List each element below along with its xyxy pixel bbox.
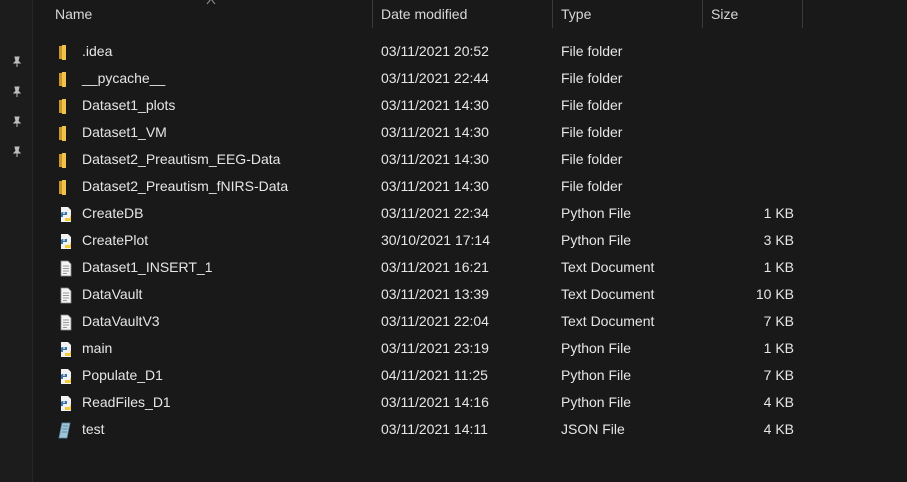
file-type: Text Document — [561, 259, 655, 275]
file-name[interactable]: Populate_D1 — [82, 362, 163, 389]
file-date-modified: 03/11/2021 22:04 — [381, 313, 489, 329]
file-date-modified: 03/11/2021 22:44 — [381, 70, 489, 86]
file-type: Text Document — [561, 286, 655, 302]
file-row[interactable]: DataVault 03/11/2021 13:39 Text Document 10… — [33, 281, 907, 308]
pin-icon[interactable] — [10, 55, 24, 69]
file-size: 4 KB — [763, 421, 794, 437]
column-header-type[interactable]: Type — [553, 0, 703, 28]
file-row[interactable]: Dataset1_INSERT_1 03/11/2021 16:21 Text Do… — [33, 254, 907, 281]
file-name[interactable]: CreatePlot — [82, 227, 148, 254]
file-list-pane: Name Date modified Type Size .idea 03/11/… — [33, 0, 907, 482]
file-type: File folder — [561, 178, 623, 194]
file-type: File folder — [561, 151, 623, 167]
file-date-modified: 03/11/2021 14:16 — [381, 394, 489, 410]
file-date-modified: 03/11/2021 20:52 — [381, 43, 489, 59]
file-name[interactable]: __pycache__ — [82, 65, 165, 92]
file-name[interactable]: main — [82, 335, 112, 362]
file-date-modified: 03/11/2021 14:30 — [381, 178, 489, 194]
file-row[interactable]: CreatePlot 30/10/2021 17:14 Python File 3 K… — [33, 227, 907, 254]
file-row[interactable]: DataVaultV3 03/11/2021 22:04 Text Document… — [33, 308, 907, 335]
file-date-modified: 03/11/2021 13:39 — [381, 286, 489, 302]
file-date-modified: 03/11/2021 14:30 — [381, 151, 489, 167]
column-header-size[interactable]: Size — [703, 0, 803, 28]
file-date-modified: 30/10/2021 17:14 — [381, 232, 490, 248]
file-row[interactable]: test 03/11/2021 14:11 JSON File 4 KB — [33, 416, 907, 443]
file-type: Python File — [561, 232, 632, 248]
python-file-icon — [57, 367, 75, 384]
file-type: File folder — [561, 97, 623, 113]
text-file-icon — [57, 313, 75, 331]
json-file-icon — [57, 421, 75, 439]
python-file-icon — [57, 232, 75, 249]
file-row[interactable]: Dataset1_VM 03/11/2021 14:30 File folder — [33, 119, 907, 146]
folder-icon — [57, 124, 75, 141]
folder-icon — [57, 43, 75, 60]
file-name[interactable]: Dataset2_Preautism_EEG-Data — [82, 146, 280, 173]
file-size: 1 KB — [763, 259, 794, 275]
file-name[interactable]: test — [82, 416, 105, 443]
file-type: Python File — [561, 367, 632, 383]
file-date-modified: 03/11/2021 23:19 — [381, 340, 489, 356]
file-name[interactable]: Dataset1_INSERT_1 — [82, 254, 212, 281]
file-row[interactable]: Dataset2_Preautism_EEG-Data 03/11/2021 14… — [33, 146, 907, 173]
file-row[interactable]: Dataset1_plots 03/11/2021 14:30 File folde… — [33, 92, 907, 119]
folder-icon — [57, 178, 75, 195]
file-date-modified: 03/11/2021 14:30 — [381, 124, 489, 140]
file-date-modified: 03/11/2021 16:21 — [381, 259, 489, 275]
file-type: JSON File — [561, 421, 625, 437]
file-row[interactable]: Populate_D1 04/11/2021 11:25 Python File 7 … — [33, 362, 907, 389]
folder-icon — [57, 97, 75, 114]
file-date-modified: 03/11/2021 14:30 — [381, 97, 489, 113]
folder-icon — [57, 70, 75, 87]
file-type: File folder — [561, 70, 623, 86]
file-size: 7 KB — [763, 313, 794, 329]
python-file-icon — [57, 205, 75, 222]
file-name[interactable]: Dataset1_plots — [82, 92, 175, 119]
python-file-icon — [57, 340, 75, 357]
file-size: 1 KB — [763, 205, 794, 221]
file-type: Python File — [561, 340, 632, 356]
file-name[interactable]: CreateDB — [82, 200, 143, 227]
column-header-date-modified[interactable]: Date modified — [373, 0, 553, 28]
file-name[interactable]: Dataset2_Preautism_fNIRS-Data — [82, 173, 288, 200]
file-size: 4 KB — [763, 394, 794, 410]
file-name[interactable]: .idea — [82, 38, 112, 65]
file-row[interactable]: __pycache__ 03/11/2021 22:44 File folder — [33, 65, 907, 92]
file-row[interactable]: ReadFiles_D1 03/11/2021 14:16 Python File 4… — [33, 389, 907, 416]
file-size: 7 KB — [763, 367, 794, 383]
python-file-icon — [57, 394, 75, 411]
file-name[interactable]: DataVault — [82, 281, 142, 308]
file-type: File folder — [561, 124, 623, 140]
file-row[interactable]: main 03/11/2021 23:19 Python File 1 KB — [33, 335, 907, 362]
column-header-bar: Name Date modified Type Size — [33, 0, 907, 28]
file-row[interactable]: Dataset2_Preautism_fNIRS-Data 03/11/2021 … — [33, 173, 907, 200]
file-size: 3 KB — [763, 232, 794, 248]
file-type: Text Document — [561, 313, 655, 329]
file-date-modified: 03/11/2021 14:11 — [381, 421, 488, 437]
file-size: 10 KB — [755, 286, 794, 302]
text-file-icon — [57, 259, 75, 277]
text-file-icon — [57, 286, 75, 304]
file-type: File folder — [561, 43, 623, 59]
file-date-modified: 04/11/2021 11:25 — [381, 367, 488, 383]
file-type: Python File — [561, 394, 632, 410]
file-date-modified: 03/11/2021 22:34 — [381, 205, 489, 221]
quick-access-strip — [0, 0, 33, 482]
file-type: Python File — [561, 205, 632, 221]
file-name[interactable]: ReadFiles_D1 — [82, 389, 171, 416]
folder-icon — [57, 151, 75, 168]
column-header-name[interactable]: Name — [47, 0, 373, 28]
file-size: 1 KB — [763, 340, 794, 356]
file-row[interactable]: .idea 03/11/2021 20:52 File folder — [33, 38, 907, 65]
file-name[interactable]: Dataset1_VM — [82, 119, 167, 146]
file-name[interactable]: DataVaultV3 — [82, 308, 160, 335]
file-row[interactable]: CreateDB 03/11/2021 22:34 Python File 1 KB — [33, 200, 907, 227]
pin-icon[interactable] — [10, 145, 24, 159]
pin-icon[interactable] — [10, 115, 24, 129]
pin-icon[interactable] — [10, 85, 24, 99]
